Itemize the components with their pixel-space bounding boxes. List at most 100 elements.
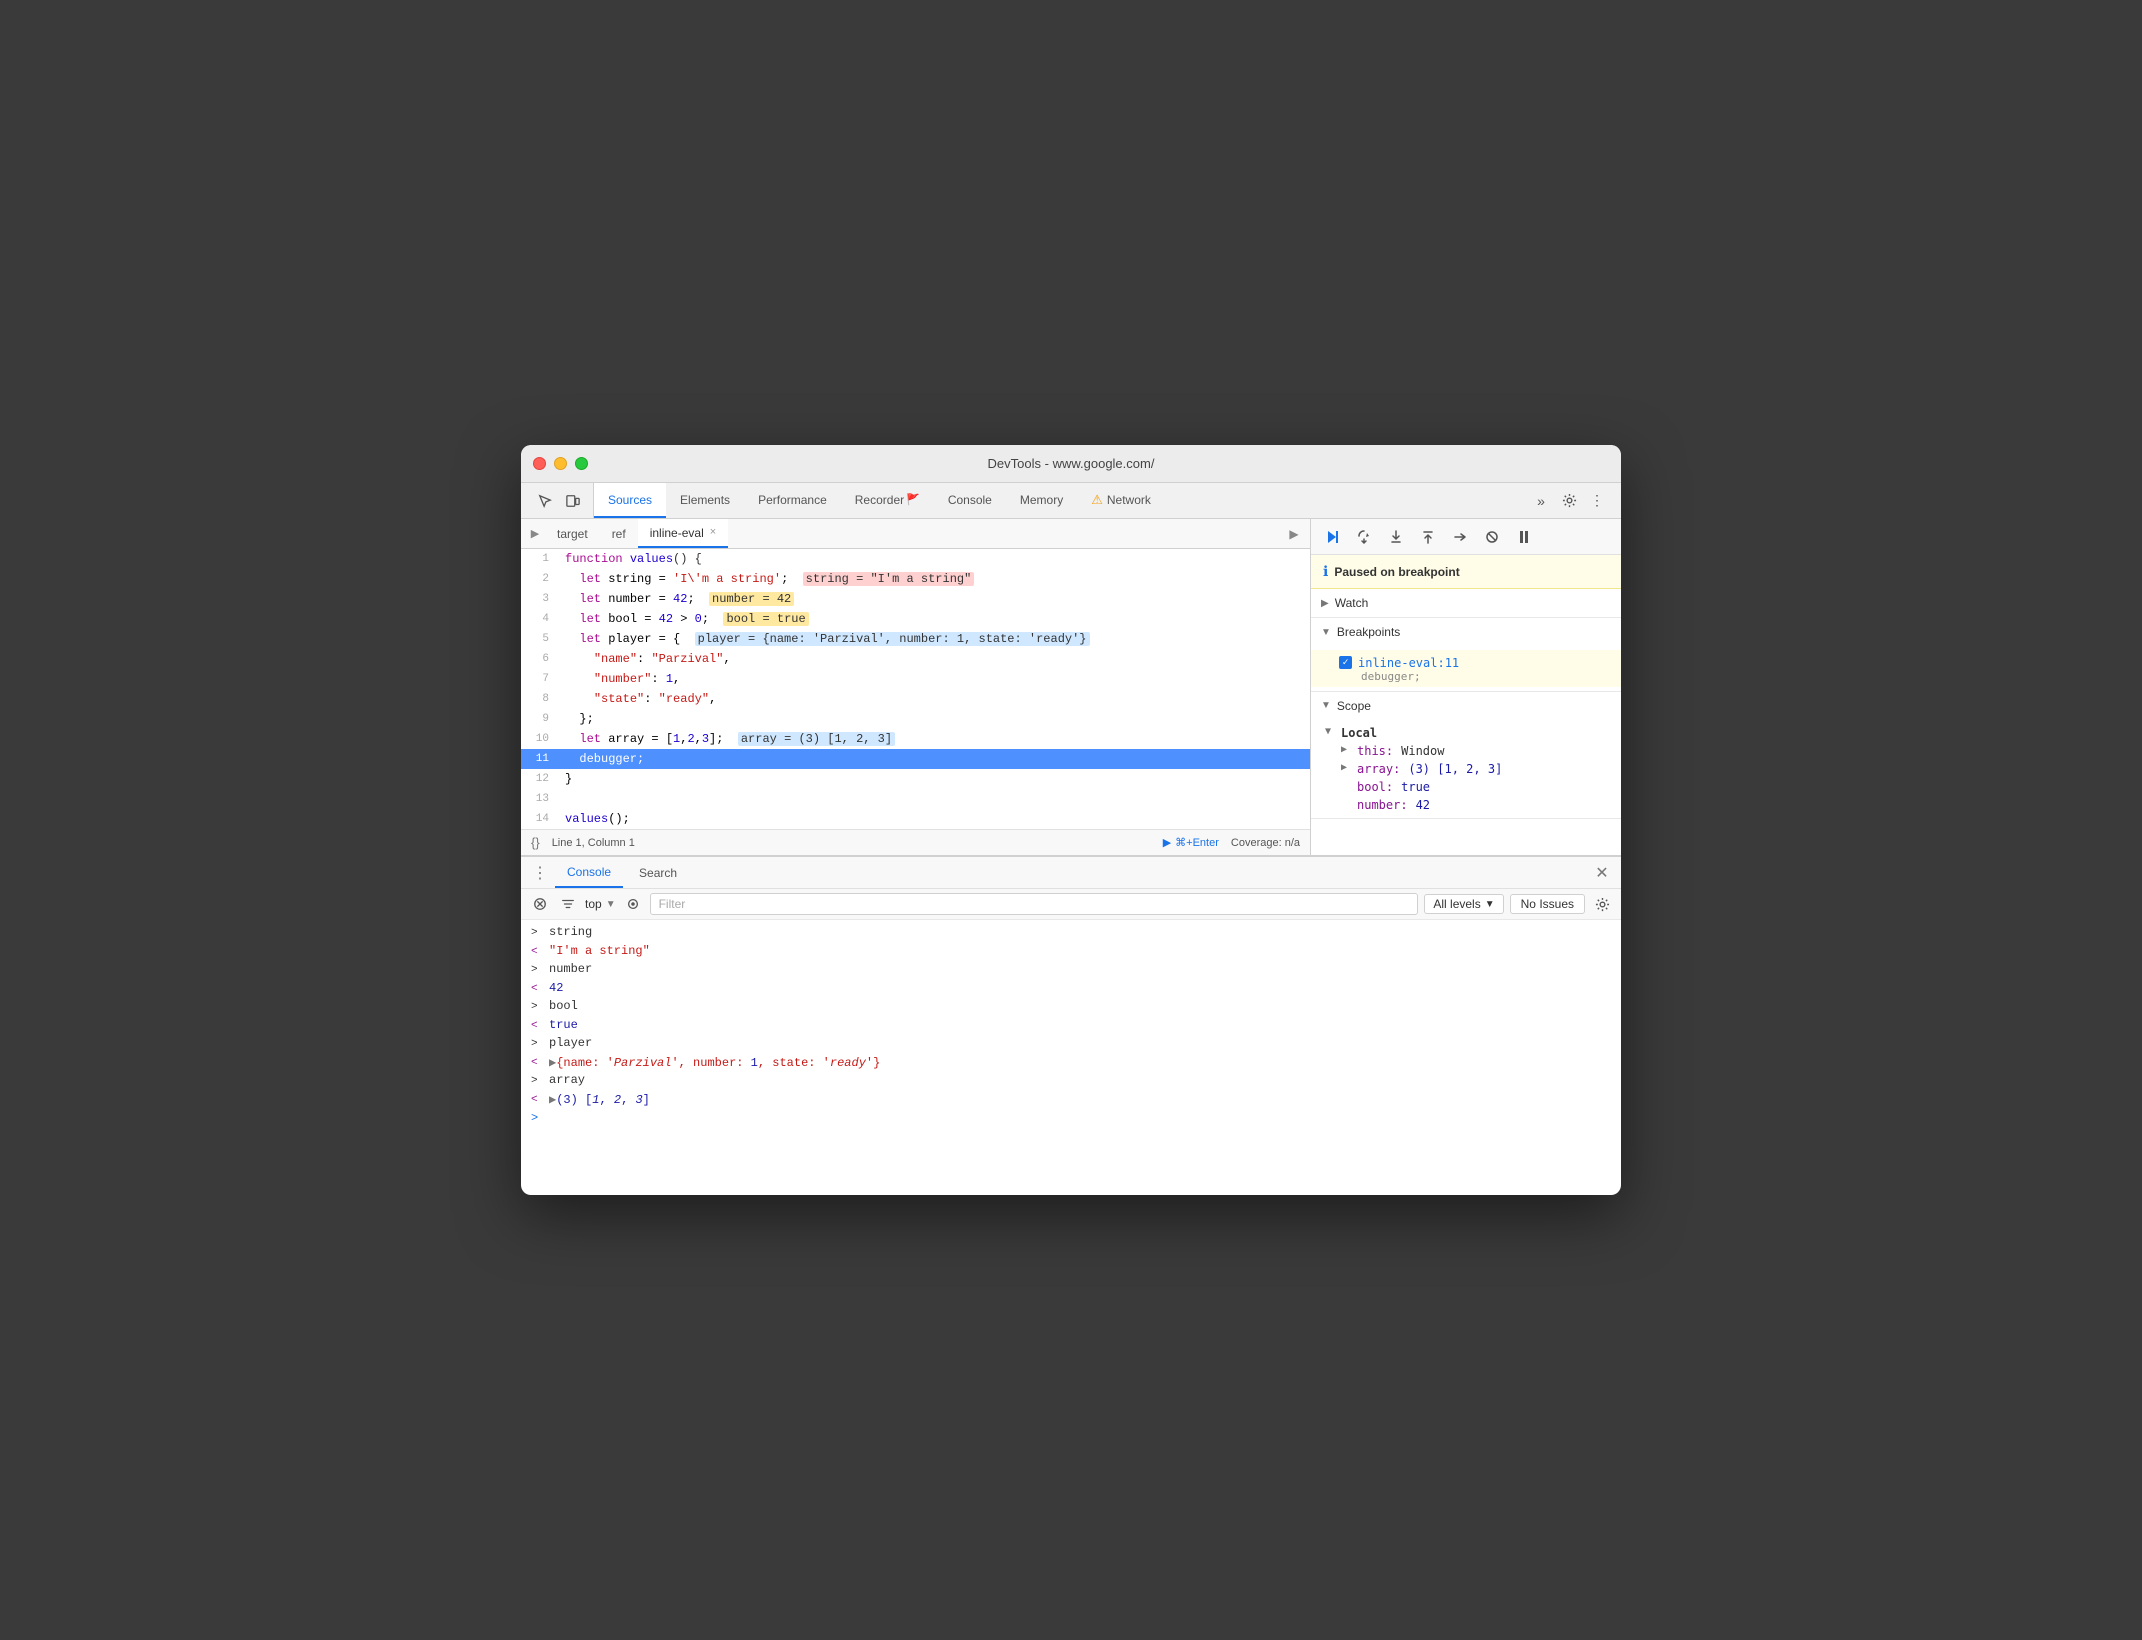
console-input[interactable] — [544, 1111, 1611, 1125]
code-editor[interactable]: 1 function values() { 2 let string = 'I\… — [521, 549, 1310, 829]
tab-sources[interactable]: Sources — [594, 483, 666, 518]
resume-button[interactable] — [1319, 524, 1345, 550]
tab-memory[interactable]: Memory — [1006, 483, 1077, 518]
console-row-array-input: > array — [521, 1072, 1621, 1091]
source-tab-target[interactable]: target — [545, 519, 600, 548]
console-value: ▶(3) [1, 2, 3] — [549, 1092, 650, 1107]
log-levels-label: All levels — [1433, 897, 1480, 911]
log-levels-chevron: ▼ — [1485, 899, 1495, 910]
devtools-window: DevTools - www.google.com/ Sources Eleme… — [521, 445, 1621, 1195]
source-tab-inline-eval[interactable]: inline-eval × — [638, 519, 728, 548]
breakpoint-filename: inline-eval:11 — [1358, 656, 1459, 670]
scope-array-val: (3) [1, 2, 3] — [1408, 762, 1502, 776]
step-over-button[interactable] — [1351, 524, 1377, 550]
console-value: number — [549, 962, 592, 976]
code-line-4: 4 let bool = 42 > 0; bool = true — [521, 609, 1310, 629]
watch-section-header[interactable]: ▶ Watch — [1311, 589, 1621, 617]
pause-async-button[interactable] — [1511, 524, 1537, 550]
breakpoints-section-header[interactable]: ▼ Breakpoints — [1311, 618, 1621, 646]
clear-console-button[interactable] — [529, 893, 551, 915]
deactivate-breakpoints-button[interactable] — [1479, 524, 1505, 550]
device-toolbar-icon[interactable] — [561, 489, 585, 513]
scope-collapse-icon: ▼ — [1321, 700, 1331, 711]
code-line-5: 5 let player = { player = {name: 'Parziv… — [521, 629, 1310, 649]
status-bar: {} Line 1, Column 1 ▶ ⌘+Enter Coverage: … — [521, 829, 1310, 855]
tab-search[interactable]: Search — [627, 857, 689, 888]
no-issues-button[interactable]: No Issues — [1510, 894, 1585, 914]
console-value: ▶{name: 'Parzival', number: 1, state: 'r… — [549, 1055, 880, 1070]
scope-section: ▼ Scope ▼ Local ▶ this: Window — [1311, 692, 1621, 819]
code-line-9: 9 }; — [521, 709, 1310, 729]
console-row-player-output[interactable]: < ▶{name: 'Parzival', number: 1, state: … — [521, 1054, 1621, 1073]
close-tab-icon[interactable]: × — [710, 527, 716, 538]
console-row-number-output: < 42 — [521, 980, 1621, 999]
console-arrow-icon: > — [531, 1073, 543, 1090]
source-tab-ref[interactable]: ref — [600, 519, 638, 548]
console-value: player — [549, 1036, 592, 1050]
settings-button[interactable] — [1557, 489, 1581, 513]
breakpoints-content: ✓ inline-eval:11 debugger; — [1311, 646, 1621, 691]
customize-button[interactable]: ⋮ — [1585, 489, 1609, 513]
console-row-string-output: < "I'm a string" — [521, 943, 1621, 962]
close-button[interactable] — [533, 457, 546, 470]
log-levels-dropdown[interactable]: All levels ▼ — [1424, 894, 1503, 914]
console-arrow-icon: > — [531, 1036, 543, 1053]
breakpoint-item[interactable]: ✓ inline-eval:11 debugger; — [1311, 650, 1621, 687]
run-button[interactable]: ▶ ⌘+Enter — [1163, 836, 1219, 849]
tab-console-bottom[interactable]: Console — [555, 857, 623, 888]
console-value: bool — [549, 999, 578, 1013]
tab-network[interactable]: ⚠ Network — [1077, 483, 1165, 518]
scope-label: Scope — [1337, 699, 1371, 713]
right-panel: ℹ Paused on breakpoint ▶ Watch ▼ Breakpo… — [1311, 519, 1621, 855]
code-line-8: 8 "state": "ready", — [521, 689, 1310, 709]
tab-recorder[interactable]: Recorder 🚩 — [841, 483, 934, 518]
scope-this[interactable]: ▶ this: Window — [1311, 742, 1621, 760]
live-expressions-button[interactable] — [622, 893, 644, 915]
scope-bool-val: true — [1401, 780, 1430, 794]
top-context-chevron: ▼ — [606, 899, 616, 910]
scope-array[interactable]: ▶ array: (3) [1, 2, 3] — [1311, 760, 1621, 778]
coverage-label: Coverage: n/a — [1231, 837, 1300, 849]
cursor-position: Line 1, Column 1 — [552, 837, 635, 849]
console-return-icon: < — [531, 1055, 543, 1072]
console-return-icon: < — [531, 981, 543, 998]
breakpoint-checkbox-icon: ✓ — [1339, 656, 1352, 669]
code-line-1: 1 function values() { — [521, 549, 1310, 569]
bottom-tab-menu-icon[interactable]: ⋮ — [529, 862, 551, 884]
tab-performance[interactable]: Performance — [744, 483, 841, 518]
format-icon[interactable]: {} — [531, 835, 540, 850]
step-button[interactable] — [1447, 524, 1473, 550]
step-out-button[interactable] — [1415, 524, 1441, 550]
scope-bool: bool: true — [1311, 778, 1621, 796]
recorder-flag-icon: 🚩 — [906, 493, 920, 506]
filter-toggle-button[interactable] — [557, 893, 579, 915]
source-tab-more[interactable]: ▶ — [1282, 522, 1306, 546]
code-line-13: 13 — [521, 789, 1310, 809]
breakpoints-label: Breakpoints — [1337, 625, 1400, 639]
top-tabs: Sources Elements Performance Recorder 🚩 … — [521, 483, 1621, 519]
maximize-button[interactable] — [575, 457, 588, 470]
network-warning-icon: ⚠ — [1091, 492, 1103, 508]
bottom-panel: ⋮ Console Search ✕ — [521, 855, 1621, 1195]
console-filter-input[interactable] — [650, 893, 1419, 915]
console-row-array-output[interactable]: < ▶(3) [1, 2, 3] — [521, 1091, 1621, 1110]
minimize-button[interactable] — [554, 457, 567, 470]
scope-section-header[interactable]: ▼ Scope — [1311, 692, 1621, 720]
tab-elements[interactable]: Elements — [666, 483, 744, 518]
console-prompt[interactable]: > — [521, 1109, 1621, 1127]
step-into-button[interactable] — [1383, 524, 1409, 550]
tab-console[interactable]: Console — [934, 483, 1006, 518]
code-line-3: 3 let number = 42; number = 42 — [521, 589, 1310, 609]
sources-panel-toggle[interactable]: ▶ — [525, 524, 545, 544]
prompt-arrow-icon: > — [531, 1111, 538, 1125]
more-tabs-button[interactable]: » — [1529, 489, 1553, 513]
inspect-icon[interactable] — [533, 489, 557, 513]
close-bottom-panel-button[interactable]: ✕ — [1591, 862, 1613, 884]
scope-local-header[interactable]: ▼ Local — [1311, 724, 1621, 742]
code-line-7: 7 "number": 1, — [521, 669, 1310, 689]
breakpoint-message: Paused on breakpoint — [1334, 565, 1459, 579]
code-line-12: 12 } — [521, 769, 1310, 789]
console-settings-icon[interactable] — [1591, 893, 1613, 915]
console-toolbar: top ▼ All levels ▼ No Issues — [521, 889, 1621, 920]
top-context-selector[interactable]: top ▼ — [585, 897, 616, 911]
